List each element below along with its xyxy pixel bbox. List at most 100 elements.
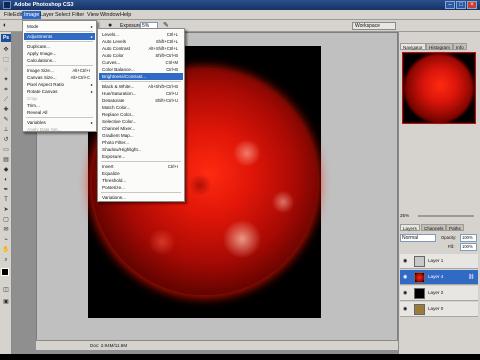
status-bar: Doc: 2.94M/11.6M bbox=[36, 340, 398, 350]
pen-tool-icon[interactable]: ✒ bbox=[2, 186, 10, 194]
maximize-icon[interactable]: □ bbox=[456, 1, 466, 9]
menu-item-image-size[interactable]: Image Size... Alt+Ctrl+I bbox=[24, 67, 95, 74]
menu-item-calculations[interactable]: Calculations... bbox=[24, 57, 95, 64]
minimize-icon[interactable]: – bbox=[445, 1, 455, 9]
menu-item-color-balance[interactable]: Color Balance... Ctrl+B bbox=[99, 66, 183, 73]
visibility-eye-icon[interactable]: ◉ bbox=[403, 290, 407, 296]
tab-channels[interactable]: Channels bbox=[421, 224, 447, 231]
dodge-tool-icon[interactable]: ◐ bbox=[3, 22, 7, 30]
adjustments-submenu: Levels... Ctrl+L Auto Levels Shift+Ctrl+L … bbox=[97, 28, 185, 202]
menu-filter[interactable]: Filter bbox=[70, 11, 86, 19]
menu-item-auto-color[interactable]: Auto Color Shift+Ctrl+B bbox=[99, 52, 183, 59]
menu-item-levels[interactable]: Levels... Ctrl+L bbox=[99, 31, 183, 38]
layer-link-icon: ⛓ bbox=[468, 274, 475, 280]
eraser-tool-icon[interactable]: ▭ bbox=[2, 146, 10, 154]
menu-item-brightness-contrast[interactable]: Brightness/Contrast... bbox=[99, 73, 183, 80]
menu-item-black-white[interactable]: Black & White... Alt+Shift+Ctrl+B bbox=[99, 83, 183, 90]
menu-item-match-color[interactable]: Match Color... bbox=[99, 104, 183, 111]
navigator-zoom-value[interactable]: 25% bbox=[400, 213, 409, 218]
visibility-eye-icon[interactable]: ◉ bbox=[403, 258, 407, 264]
screen-mode-icon[interactable]: ▣ bbox=[2, 298, 10, 306]
menu-item-canvas-size[interactable]: Canvas Size... Alt+Ctrl+C bbox=[24, 74, 95, 81]
foreground-color-swatch[interactable] bbox=[1, 268, 9, 276]
menu-item-shadow-highlight[interactable]: Shadow/Highlight... bbox=[99, 146, 183, 153]
stamp-tool-icon[interactable]: ⊥ bbox=[2, 126, 10, 134]
tab-info[interactable]: Info bbox=[453, 43, 467, 50]
dodge-tool-icon[interactable]: ◐ bbox=[2, 176, 10, 184]
menu-item-hue-saturation[interactable]: Hue/Saturation... Ctrl+U bbox=[99, 90, 183, 97]
magic-wand-tool-icon[interactable]: ✦ bbox=[2, 76, 10, 84]
shape-tool-icon[interactable]: ▢ bbox=[2, 216, 10, 224]
window-title: Adobe Photoshop CS3 bbox=[14, 2, 74, 8]
blend-mode-select[interactable]: Normal bbox=[400, 234, 436, 242]
menu-item-photo-filter[interactable]: Photo Filter... bbox=[99, 139, 183, 146]
eyedropper-tool-icon[interactable]: ⌁ bbox=[2, 236, 10, 244]
layer-row[interactable]: ◉ Layer 2 bbox=[400, 286, 478, 301]
menu-item-exposure[interactable]: Exposure... bbox=[99, 153, 183, 160]
workspace-button[interactable]: Workspace bbox=[352, 22, 396, 30]
path-selection-tool-icon[interactable]: ➤ bbox=[2, 206, 10, 214]
quick-mask-icon[interactable]: ◫ bbox=[2, 286, 10, 294]
hand-tool-icon[interactable]: ✋ bbox=[2, 246, 10, 254]
menu-item-desaturate[interactable]: Desaturate Shift+Ctrl+U bbox=[99, 97, 183, 104]
zoom-tool-icon[interactable]: ⌕ bbox=[2, 256, 10, 264]
move-tool-icon[interactable]: ✥ bbox=[2, 46, 10, 54]
menu-item-posterize[interactable]: Posterize... bbox=[99, 184, 183, 191]
notes-tool-icon[interactable]: ✉ bbox=[2, 226, 10, 234]
planet-crater bbox=[222, 220, 262, 258]
menu-item-mode[interactable]: Mode ▸ bbox=[24, 23, 95, 30]
menu-item-rotate-canvas[interactable]: Rotate Canvas ▸ bbox=[24, 88, 95, 95]
navigator-zoom-slider[interactable] bbox=[418, 215, 474, 217]
opacity-input[interactable]: 100% bbox=[460, 234, 477, 242]
fill-input[interactable]: 100% bbox=[460, 243, 477, 251]
marquee-tool-icon[interactable]: ⬚ bbox=[2, 56, 10, 64]
layer-row[interactable]: ◉ Layer 1 bbox=[400, 254, 478, 269]
layer-name: Layer 0 bbox=[428, 306, 444, 311]
menu-item-auto-levels[interactable]: Auto Levels Shift+Ctrl+L bbox=[99, 38, 183, 45]
brush-tool-icon[interactable]: ✎ bbox=[2, 116, 10, 124]
menu-item-curves[interactable]: Curves... Ctrl+M bbox=[99, 59, 183, 66]
menu-item-variations[interactable]: Variations... bbox=[99, 194, 183, 201]
menu-item-reveal-all[interactable]: Reveal All bbox=[24, 109, 95, 116]
layer-row[interactable]: ◉ Layer 0 bbox=[400, 302, 478, 317]
photoshop-app-icon bbox=[3, 1, 11, 9]
menu-help[interactable]: Help bbox=[118, 11, 133, 19]
menu-item-equalize[interactable]: Equalize bbox=[99, 170, 183, 177]
menu-item-auto-contrast[interactable]: Auto Contrast Alt+Shift+Ctrl+L bbox=[99, 45, 183, 52]
tab-layers[interactable]: Layers bbox=[400, 224, 420, 231]
menu-item-variables[interactable]: Variables ▸ bbox=[24, 119, 95, 126]
menu-item-gradient-map[interactable]: Gradient Map... bbox=[99, 132, 183, 139]
gradient-tool-icon[interactable]: ▤ bbox=[2, 156, 10, 164]
menu-item-replace-color[interactable]: Replace Color... bbox=[99, 111, 183, 118]
visibility-eye-icon[interactable]: ◉ bbox=[403, 306, 407, 312]
menu-item-apply-data-set: Apply Data Set... bbox=[27, 127, 62, 132]
menu-item-apply-image[interactable]: Apply Image... bbox=[24, 50, 95, 57]
visibility-eye-icon[interactable]: ◉ bbox=[403, 274, 407, 280]
tab-paths[interactable]: Paths bbox=[446, 224, 464, 231]
layer-name: Layer 2 bbox=[428, 290, 444, 295]
healing-tool-icon[interactable]: ✚ bbox=[2, 106, 10, 114]
title-bar: Adobe Photoshop CS3 – □ × bbox=[0, 0, 480, 10]
menu-item-adjustments[interactable]: Adjustments ▸ bbox=[24, 33, 95, 40]
menu-item-selective-color[interactable]: Selective Color... bbox=[99, 118, 183, 125]
close-icon[interactable]: × bbox=[467, 1, 477, 9]
menu-item-threshold[interactable]: Threshold... bbox=[99, 177, 183, 184]
slice-tool-icon[interactable]: ⟋ bbox=[2, 96, 10, 104]
crop-tool-icon[interactable]: ⌗ bbox=[2, 86, 10, 94]
tab-histogram[interactable]: Histogram bbox=[426, 43, 453, 50]
history-brush-tool-icon[interactable]: ↺ bbox=[2, 136, 10, 144]
layer-thumbnail bbox=[414, 272, 425, 283]
navigator-thumbnail[interactable] bbox=[402, 52, 476, 124]
layer-thumbnail bbox=[414, 304, 425, 315]
menu-item-invert[interactable]: Invert Ctrl+I bbox=[99, 163, 183, 170]
tab-navigator[interactable]: Navigator bbox=[400, 43, 426, 50]
menu-item-channel-mixer[interactable]: Channel Mixer... bbox=[99, 125, 183, 132]
menu-item-crop: Crop bbox=[27, 96, 37, 101]
layer-row-selected[interactable]: ◉ Layer 4 ⛓ bbox=[400, 270, 478, 285]
lasso-tool-icon[interactable]: ◌ bbox=[2, 66, 10, 74]
blur-tool-icon[interactable]: ◆ bbox=[2, 166, 10, 174]
menu-item-trim[interactable]: Trim... bbox=[24, 102, 95, 109]
menu-item-duplicate[interactable]: Duplicate... bbox=[24, 43, 95, 50]
type-tool-icon[interactable]: T bbox=[2, 196, 10, 204]
menu-item-pixel-aspect-ratio[interactable]: Pixel Aspect Ratio ▸ bbox=[24, 81, 95, 88]
